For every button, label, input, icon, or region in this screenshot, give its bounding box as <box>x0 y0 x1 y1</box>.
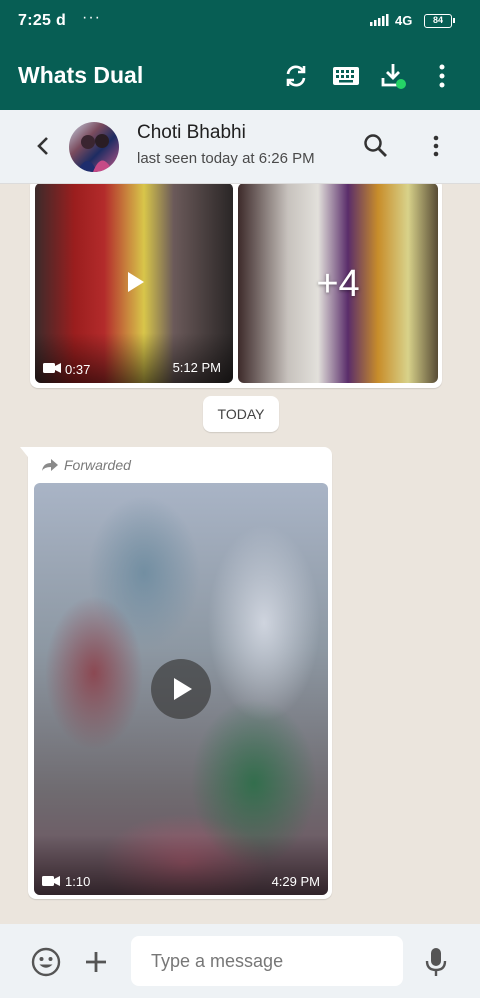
battery-icon: 84 <box>424 14 455 28</box>
switch-account-icon[interactable] <box>282 62 310 90</box>
play-icon <box>174 678 192 700</box>
play-button[interactable] <box>151 659 211 719</box>
forwarded-video-message[interactable]: Forwarded 1:10 4:29 PM <box>20 447 332 899</box>
status-more-icon: ··· <box>82 9 101 26</box>
more-media-thumbnail[interactable]: +4 <box>238 184 438 383</box>
status-bar: 7:25 d ··· 4G 84 <box>0 0 480 42</box>
media-group-message[interactable]: 0:37 5:12 PM +4 <box>30 184 442 388</box>
network-type: 4G <box>395 13 413 28</box>
video-duration: 0:37 <box>65 362 91 377</box>
keyboard-icon[interactable] <box>331 62 361 90</box>
app-bar: Whats Dual <box>0 42 480 110</box>
video-thumbnail[interactable]: 0:37 5:12 PM <box>35 184 233 383</box>
more-media-count: +4 <box>316 263 360 305</box>
forwarded-label: Forwarded <box>64 457 131 473</box>
chat-menu-icon[interactable] <box>424 132 448 160</box>
video-camera-icon <box>43 363 61 373</box>
contact-name[interactable]: Choti Bhabhi <box>137 122 246 144</box>
signal-icon <box>370 14 389 26</box>
chat-messages-area[interactable]: 0:37 5:12 PM +4 TODAY Forwarded 1:10 4:2… <box>0 184 480 924</box>
app-title: Whats Dual <box>18 62 144 88</box>
back-arrow-icon[interactable] <box>32 134 56 158</box>
microphone-icon[interactable] <box>422 946 450 978</box>
video-camera-icon <box>42 876 60 886</box>
status-time: 7:25 d <box>18 12 67 29</box>
chat-header: Choti Bhabhi last seen today at 6:26 PM <box>0 110 480 184</box>
video-preview[interactable]: 1:10 4:29 PM <box>34 483 328 895</box>
emoji-icon[interactable] <box>30 946 62 978</box>
attach-plus-icon[interactable] <box>82 948 110 976</box>
message-time: 4:29 PM <box>271 874 320 889</box>
forwarded-label-row: Forwarded <box>41 455 131 475</box>
contact-last-seen: last seen today at 6:26 PM <box>137 150 315 167</box>
download-status-icon[interactable] <box>380 62 408 90</box>
more-options-icon[interactable] <box>430 62 454 90</box>
video-duration: 1:10 <box>65 874 91 889</box>
search-icon[interactable] <box>362 132 390 160</box>
date-separator: TODAY <box>203 396 279 432</box>
forward-arrow-icon <box>42 459 58 471</box>
play-icon[interactable] <box>122 269 148 295</box>
message-input[interactable] <box>131 936 403 986</box>
contact-avatar[interactable] <box>69 122 119 172</box>
message-composer <box>0 924 480 998</box>
message-time: 5:12 PM <box>172 360 221 375</box>
